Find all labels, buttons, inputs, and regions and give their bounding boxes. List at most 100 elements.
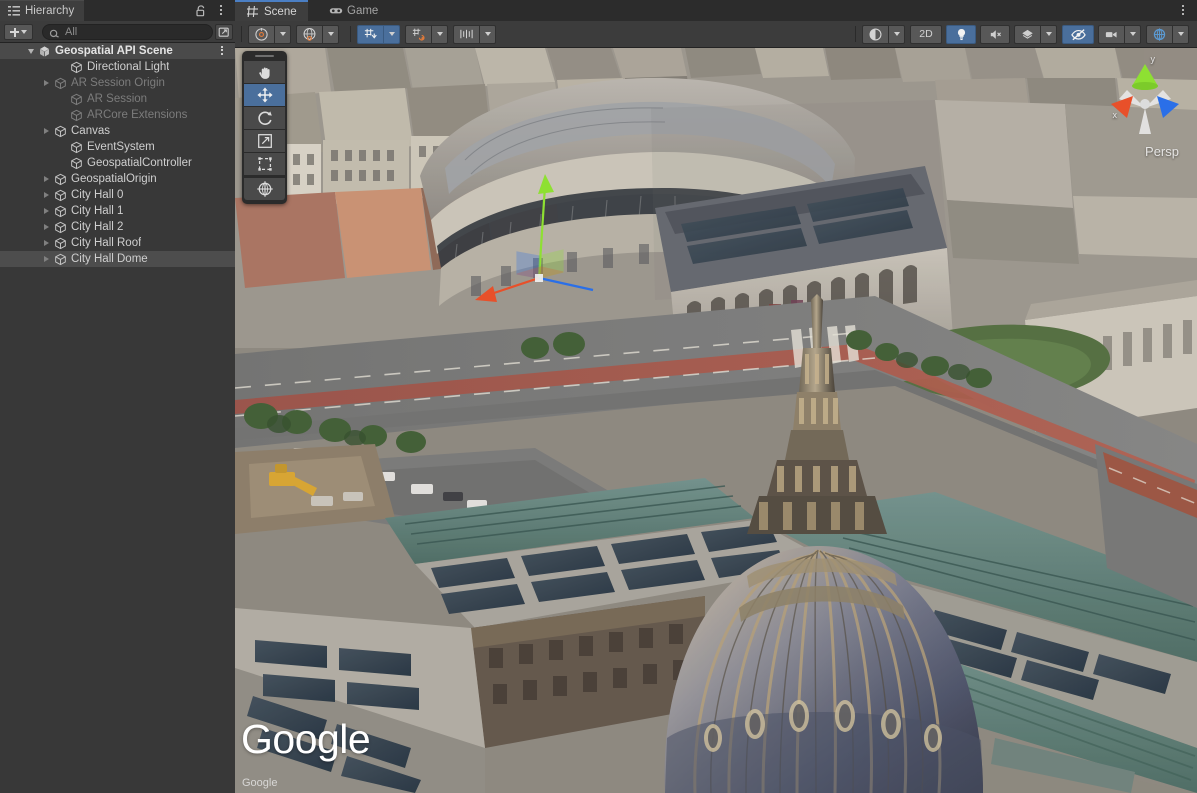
- global-space-button[interactable]: [296, 25, 322, 44]
- hierarchy-item-label: GeospatialOrigin: [68, 173, 157, 185]
- scene-lighting-button[interactable]: [946, 25, 976, 44]
- hierarchy-item-label: City Hall Roof: [68, 237, 141, 249]
- expand-arrow-icon[interactable]: [40, 75, 53, 91]
- open-in-window-icon[interactable]: [215, 24, 233, 40]
- tab-hierarchy[interactable]: Hierarchy: [0, 0, 84, 21]
- hierarchy-item-label: City Hall Dome: [68, 253, 148, 265]
- scene-tool-palette: [242, 51, 287, 204]
- scene-fx-dropdown[interactable]: [1040, 25, 1057, 44]
- expand-arrow-icon[interactable]: [40, 171, 53, 187]
- indent-spacer: [0, 59, 56, 75]
- google-watermark-small: Google: [242, 777, 277, 789]
- scale-tool-button[interactable]: [244, 130, 285, 152]
- expand-arrow-icon[interactable]: [40, 203, 53, 219]
- indent-spacer: [0, 107, 56, 123]
- pivot-center-button[interactable]: [248, 25, 274, 44]
- google-watermark-large: Google: [241, 716, 370, 763]
- rotate-icon: [256, 109, 274, 127]
- gameobject-cube-icon: [69, 91, 84, 107]
- expand-arrow-icon[interactable]: [40, 187, 53, 203]
- hierarchy-item[interactable]: AR Session Origin: [0, 75, 235, 91]
- hierarchy-item[interactable]: City Hall Roof: [0, 235, 235, 251]
- hierarchy-item[interactable]: Canvas: [0, 123, 235, 139]
- scene-audio-button[interactable]: [980, 25, 1010, 44]
- rect-tool-button[interactable]: [244, 153, 285, 175]
- handle-space-dropdown[interactable]: [322, 25, 339, 44]
- gamepad-icon: [329, 4, 342, 17]
- chevron-down-icon: [1046, 32, 1052, 36]
- hierarchy-tree[interactable]: Geospatial API SceneDirectional LightAR …: [0, 43, 235, 793]
- expand-arrow-icon[interactable]: [40, 219, 53, 235]
- twirl-spacer: [56, 155, 69, 171]
- scene-visibility-button[interactable]: [1062, 25, 1094, 44]
- hierarchy-item[interactable]: AR Session: [0, 91, 235, 107]
- hierarchy-item[interactable]: GeospatialOrigin: [0, 171, 235, 187]
- hierarchy-item[interactable]: City Hall 1: [0, 203, 235, 219]
- view-tool-button[interactable]: [244, 61, 285, 83]
- 2d-toggle-button[interactable]: 2D: [910, 25, 942, 44]
- draw-mode-dropdown[interactable]: [888, 25, 905, 44]
- scene-context-menu-icon[interactable]: [217, 44, 227, 58]
- gameobject-cube-icon: [53, 171, 68, 187]
- search-icon: [49, 27, 60, 38]
- expand-arrow-icon[interactable]: [40, 251, 53, 267]
- scene-menu-icon[interactable]: [1176, 3, 1190, 18]
- gizmos-dropdown[interactable]: [1172, 25, 1189, 44]
- scene-viewport[interactable]: y x Persp Google Google: [235, 48, 1197, 793]
- hierarchy-item-label: City Hall 2: [68, 221, 123, 233]
- tab-game[interactable]: Game: [318, 0, 389, 21]
- tab-scene[interactable]: Scene: [235, 0, 308, 21]
- create-gameobject-button[interactable]: [4, 24, 33, 40]
- move-tool-button[interactable]: [244, 84, 285, 106]
- snap-increment-dropdown[interactable]: [431, 25, 448, 44]
- grid-ruler-button[interactable]: [453, 25, 479, 44]
- chevron-down-icon: [280, 32, 286, 36]
- gizmos-toggle-button[interactable]: [1146, 25, 1172, 44]
- expand-arrow-icon[interactable]: [40, 123, 53, 139]
- indent-spacer: [0, 155, 56, 171]
- rotate-tool-button[interactable]: [244, 107, 285, 129]
- snap-increment-button[interactable]: [405, 25, 431, 44]
- hierarchy-toolbar: All: [0, 21, 235, 43]
- palette-drag-handle[interactable]: [255, 55, 274, 57]
- expand-arrow-icon[interactable]: [40, 235, 53, 251]
- scene-camera-dropdown[interactable]: [1124, 25, 1141, 44]
- projection-label: Persp: [1145, 144, 1179, 159]
- gameobject-cube-icon: [69, 155, 84, 171]
- transform-tool-button[interactable]: [244, 178, 285, 200]
- scene-view-toolbar: 2D: [235, 21, 1197, 48]
- hierarchy-item[interactable]: GeospatialController: [0, 155, 235, 171]
- chevron-down-icon: [328, 32, 334, 36]
- hierarchy-menu-icon[interactable]: [214, 3, 228, 18]
- hierarchy-item[interactable]: ARCore Extensions: [0, 107, 235, 123]
- hierarchy-item[interactable]: City Hall 0: [0, 187, 235, 203]
- scene-grid-icon: [246, 5, 259, 18]
- pivot-mode-control: [248, 25, 292, 44]
- grid-snapping-dropdown[interactable]: [383, 25, 400, 44]
- hierarchy-item[interactable]: EventSystem: [0, 139, 235, 155]
- hierarchy-item-label: GeospatialController: [84, 157, 192, 169]
- search-value: All: [65, 26, 77, 38]
- draw-mode-button[interactable]: [862, 25, 888, 44]
- unlock-icon[interactable]: [194, 4, 208, 18]
- gameobject-cube-icon: [53, 123, 68, 139]
- search-input[interactable]: All: [42, 24, 213, 40]
- collapse-arrow-icon[interactable]: [24, 43, 37, 59]
- scene-fx-button[interactable]: [1014, 25, 1040, 44]
- move-gizmo[interactable]: [467, 168, 607, 308]
- scene-camera-button[interactable]: [1098, 25, 1124, 44]
- tab-hierarchy-label: Hierarchy: [25, 5, 74, 17]
- grid-size-dropdown[interactable]: [479, 25, 496, 44]
- pivot-mode-dropdown[interactable]: [274, 25, 291, 44]
- hand-icon: [256, 63, 274, 81]
- hierarchy-item[interactable]: City Hall 2: [0, 219, 235, 235]
- hierarchy-item[interactable]: City Hall Dome: [0, 251, 235, 267]
- chevron-down-icon: [1130, 32, 1136, 36]
- grid-snapping-button[interactable]: [357, 25, 383, 44]
- hierarchy-item[interactable]: Geospatial API Scene: [0, 43, 235, 59]
- twirl-spacer: [56, 107, 69, 123]
- scene-tabbar: Scene Game: [235, 0, 1197, 21]
- unity-editor-window: Hierarchy: [0, 0, 1197, 793]
- hierarchy-item[interactable]: Directional Light: [0, 59, 235, 75]
- twirl-spacer: [56, 91, 69, 107]
